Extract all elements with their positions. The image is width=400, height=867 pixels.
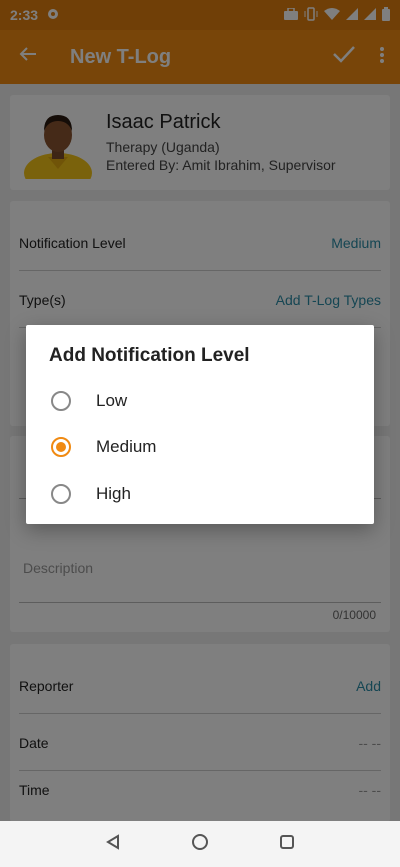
nav-recents-icon[interactable] [279,834,295,855]
radio-button[interactable] [51,391,71,411]
option-medium[interactable]: Medium [26,424,374,470]
dialog-title: Add Notification Level [49,345,250,366]
option-label: Medium [96,437,157,456]
nav-back-icon[interactable] [105,833,121,855]
option-high[interactable]: High [26,471,374,517]
nav-home-icon[interactable] [191,833,209,856]
radio-button[interactable] [51,484,71,504]
option-label: High [96,484,131,503]
option-label: Low [96,391,128,410]
notification-level-dialog: Add Notification Level Low Medium High [26,325,374,524]
radio-button-selected[interactable] [51,437,71,457]
option-low[interactable]: Low [26,378,374,424]
system-nav-bar [0,821,400,867]
